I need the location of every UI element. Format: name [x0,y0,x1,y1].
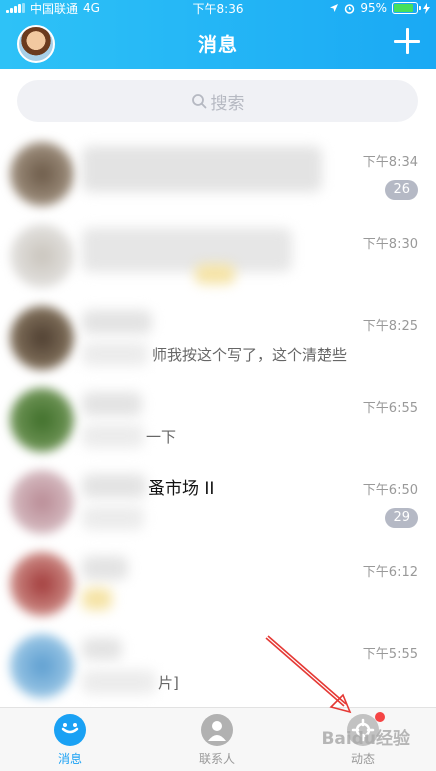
contact-avatar [10,388,74,452]
redacted-block [82,670,156,694]
conversation-preview: 片] [158,674,179,692]
add-button[interactable] [394,28,420,54]
conversation-time: 下午8:30 [362,237,418,252]
conversation-row[interactable]: 师我按这个写了，这个清楚些 下午8:25 [0,296,436,378]
conversation-row[interactable]: 下午8:34 26 [0,132,436,214]
page-title: 消息 [197,34,238,56]
charging-icon [423,2,430,14]
signal-strength-icon [6,3,25,13]
redacted-block [82,556,128,580]
conversation-row[interactable]: 下午6:12 [0,542,436,624]
conversation-row[interactable]: 片] 下午5:55 [0,624,436,706]
battery-icon [392,2,421,14]
redacted-block [82,228,292,272]
conversation-time: 下午8:34 [362,155,418,170]
conversation-name: 蚤市场 II [148,479,215,499]
unread-badge: 26 [385,180,418,200]
redacted-block [82,588,112,610]
contact-avatar [10,224,74,288]
carrier-info: 中国联通 4G [6,0,100,17]
conversation-preview: 一下 [146,428,177,446]
contact-avatar [10,634,74,698]
tab-label: 联系人 [198,752,235,766]
contact-avatar [10,470,74,534]
redacted-block [82,310,152,334]
search-placeholder: 搜索 [210,93,245,114]
tab-label: 动态 [350,752,375,766]
chat-bubble-icon [54,714,86,746]
title-bar: 消息 [0,16,436,69]
conversation-row[interactable]: 下午8:30 [0,214,436,296]
conversation-preview: 师我按这个写了，这个清楚些 [152,346,348,364]
contact-avatar [10,552,74,616]
contacts-icon [201,714,233,746]
alarm-icon [345,3,355,14]
tab-messages[interactable]: 消息 [15,714,125,767]
carrier-name: 中国联通 [30,1,79,16]
conversation-time: 下午5:55 [362,647,418,662]
contact-avatar [10,142,74,206]
redacted-block [82,424,144,448]
network-type: 4G [83,1,100,15]
search-bar[interactable]: 搜索 [17,80,418,122]
contact-avatar [10,306,74,370]
redacted-block [82,146,322,192]
conversation-time: 下午8:25 [362,319,418,334]
battery-level [394,4,413,12]
conversation-list: 下午8:34 26 下午8:30 师我按这个写了，这个清楚些 下午8:25 一下… [0,132,436,706]
tab-contacts[interactable]: 联系人 [162,714,272,767]
conversation-row[interactable]: 蚤市场 II 下午6:50 29 [0,460,436,542]
search-icon [191,93,207,109]
tab-label: 消息 [57,752,82,766]
redacted-block [82,506,144,530]
status-bar: 中国联通 4G 下午8:36 95% [0,0,436,16]
status-indicators: 95% [329,1,430,15]
location-icon [330,4,339,12]
redacted-block [82,474,146,498]
conversation-time: 下午6:55 [362,401,418,416]
unread-badge: 29 [385,508,418,528]
conversation-time: 下午6:12 [362,565,418,580]
redacted-block [82,342,148,366]
redacted-block [82,638,122,660]
battery-percent: 95% [360,1,387,15]
conversation-row[interactable]: 一下 下午6:55 [0,378,436,460]
watermark: Baidu经验 [321,729,410,749]
redacted-block [195,264,235,284]
notification-dot [375,712,385,722]
redacted-block [82,392,142,416]
conversation-time: 下午6:50 [362,483,418,498]
